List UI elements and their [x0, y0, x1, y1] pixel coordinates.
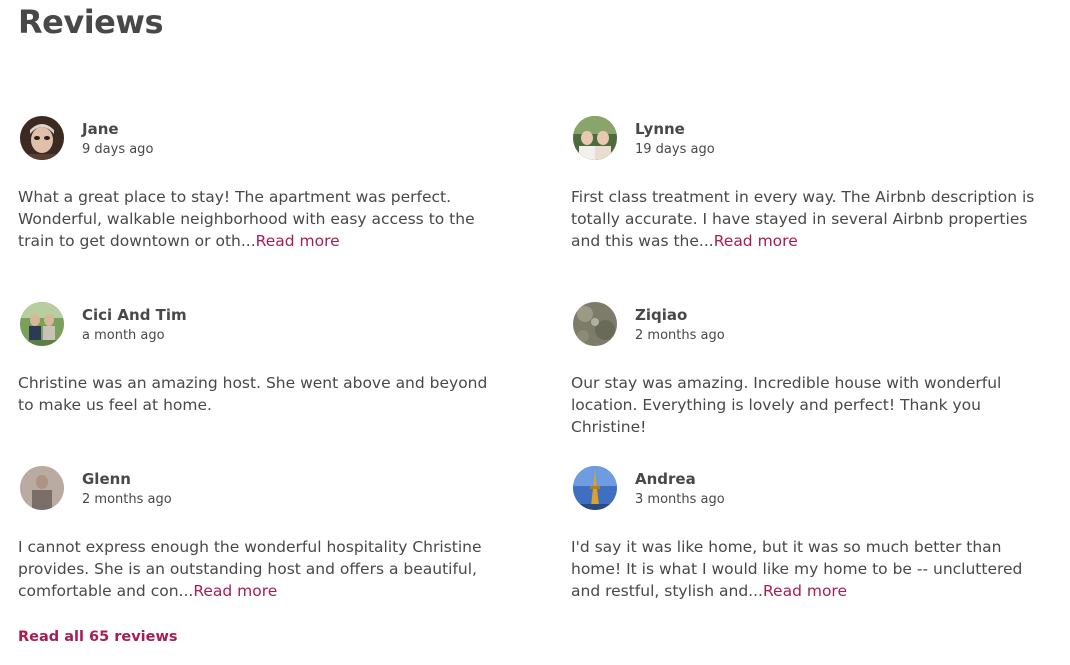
review-card: Ziqiao 2 months ago Our stay was amazing…	[571, 302, 1051, 438]
reviewer-name: Jane	[82, 120, 119, 138]
review-card: Lynne 19 days ago First class treatment …	[571, 116, 1051, 252]
read-more-link[interactable]: Read more	[763, 582, 847, 600]
review-date: 9 days ago	[82, 142, 154, 157]
read-more-link[interactable]: Read more	[714, 232, 798, 250]
review-card: Andrea 3 months ago I'd say it was like …	[571, 466, 1051, 602]
review-text: What a great place to stay! The apartmen…	[18, 186, 498, 252]
reviewer-info: Ziqiao 2 months ago	[571, 302, 1051, 348]
reviewer-info: Andrea 3 months ago	[571, 466, 1051, 512]
review-date: a month ago	[82, 328, 165, 343]
reviewer-name: Lynne	[635, 120, 685, 138]
review-text: Our stay was amazing. Incredible house w…	[571, 372, 1051, 438]
avatar[interactable]	[20, 302, 64, 346]
reviews-section: Reviews Jane 9 days ago What a great pla…	[0, 0, 1070, 665]
review-date: 2 months ago	[82, 492, 172, 507]
review-date: 19 days ago	[635, 142, 715, 157]
reviewer-info: Jane 9 days ago	[18, 116, 498, 162]
review-date: 3 months ago	[635, 492, 725, 507]
review-text-content: What a great place to stay! The apartmen…	[18, 188, 475, 250]
review-text: I cannot express enough the wonderful ho…	[18, 536, 498, 602]
reviewer-name: Cici And Tim	[82, 306, 187, 324]
reviewer-info: Cici And Tim a month ago	[18, 302, 498, 348]
review-date: 2 months ago	[635, 328, 725, 343]
review-text: First class treatment in every way. The …	[571, 186, 1051, 252]
reviewer-name: Ziqiao	[635, 306, 688, 324]
read-more-link[interactable]: Read more	[256, 232, 340, 250]
review-card: Glenn 2 months ago I cannot express enou…	[18, 466, 498, 602]
read-more-link[interactable]: Read more	[193, 582, 277, 600]
avatar[interactable]	[20, 116, 64, 160]
reviewer-name: Andrea	[635, 470, 696, 488]
avatar[interactable]	[20, 466, 64, 510]
read-all-reviews-link[interactable]: Read all 65 reviews	[18, 627, 177, 647]
avatar[interactable]	[573, 116, 617, 160]
review-text: Christine was an amazing host. She went …	[18, 372, 498, 416]
review-text: I'd say it was like home, but it was so …	[571, 536, 1051, 602]
reviewer-info: Glenn 2 months ago	[18, 466, 498, 512]
reviewer-name: Glenn	[82, 470, 131, 488]
review-text-content: Our stay was amazing. Incredible house w…	[571, 374, 1002, 436]
review-text-content: First class treatment in every way. The …	[571, 188, 1035, 250]
review-text-content: Christine was an amazing host. She went …	[18, 374, 488, 414]
review-card: Jane 9 days ago What a great place to st…	[18, 116, 498, 252]
section-title: Reviews	[18, 3, 163, 41]
avatar[interactable]	[573, 302, 617, 346]
review-card: Cici And Tim a month ago Christine was a…	[18, 302, 498, 416]
avatar[interactable]	[573, 466, 617, 510]
reviewer-info: Lynne 19 days ago	[571, 116, 1051, 162]
